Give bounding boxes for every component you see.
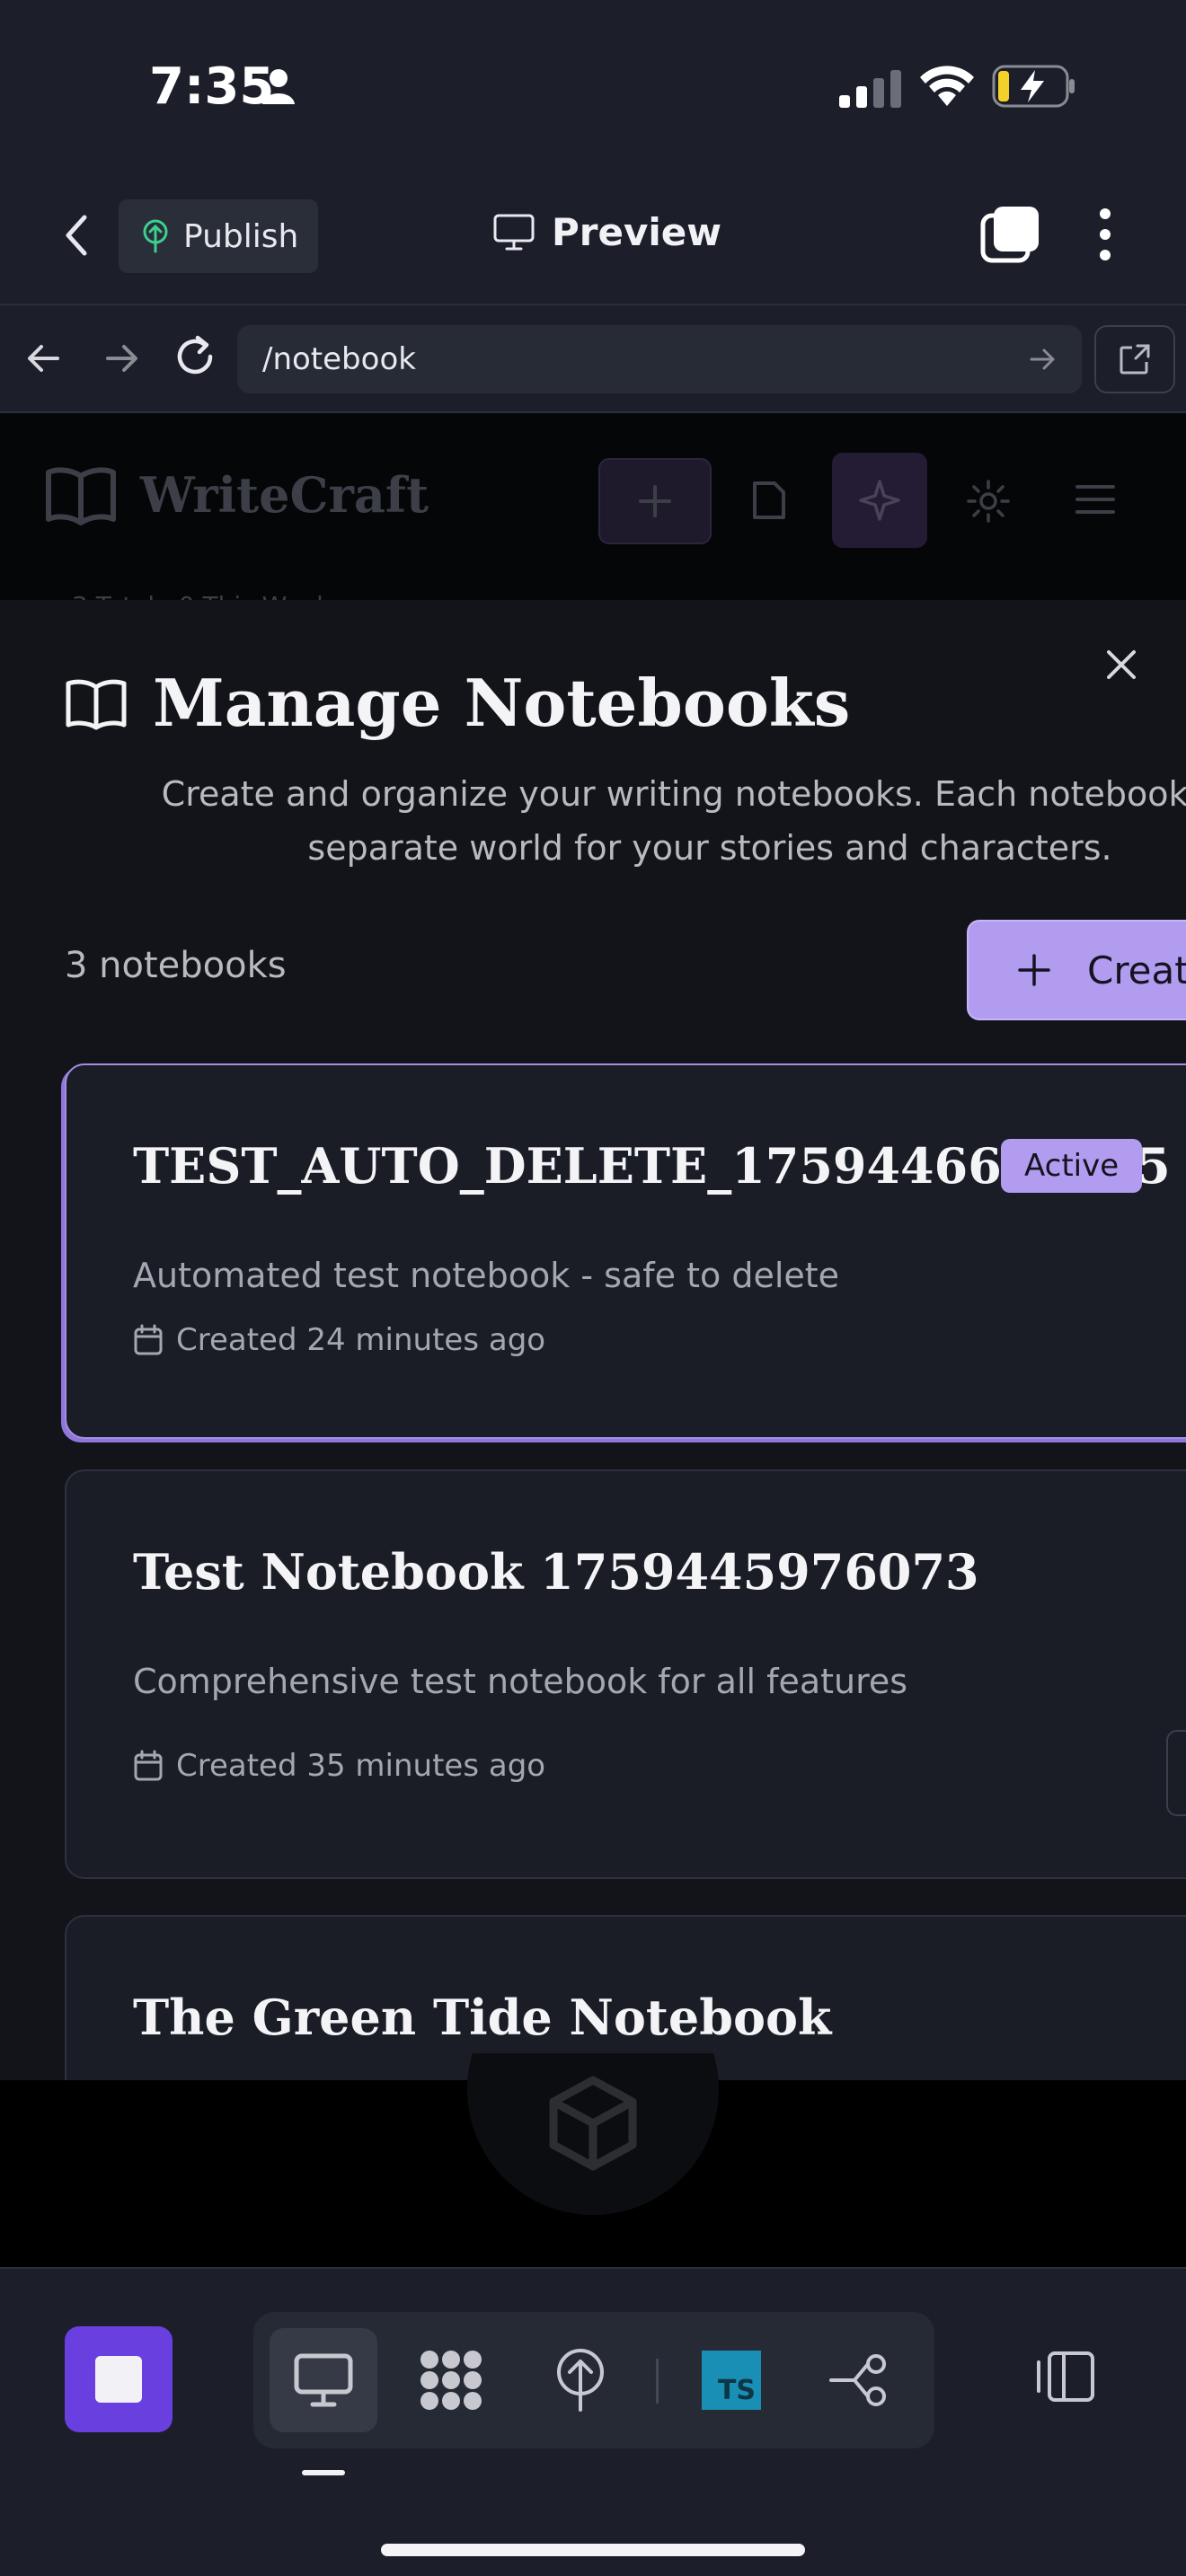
home-indicator[interactable] — [381, 2544, 805, 2556]
ts-icon: TS — [702, 2351, 761, 2410]
sun-icon — [967, 480, 1010, 523]
monitor-icon — [493, 214, 535, 250]
doc-icon — [753, 481, 785, 519]
notebook-created: Created 35 minutes ago — [133, 1748, 545, 1784]
external-link-icon — [1120, 344, 1150, 375]
add-button — [598, 458, 712, 544]
notebook-created: Created 24 minutes ago — [133, 1322, 545, 1358]
arrow-left-icon[interactable] — [22, 336, 66, 381]
stop-icon — [95, 2356, 142, 2403]
divider — [656, 2359, 659, 2404]
preview-label: Preview — [552, 210, 722, 254]
flow-icon — [829, 2354, 886, 2406]
monitor-icon — [294, 2353, 353, 2407]
tool-typescript[interactable]: TS — [677, 2328, 785, 2432]
created-text: Created 35 minutes ago — [176, 1748, 546, 1784]
calendar-icon — [134, 1324, 163, 1355]
more-icon[interactable] — [1087, 203, 1123, 266]
plus-icon — [639, 485, 671, 517]
manage-notebooks-dialog: Manage Notebooks Create and organize you… — [0, 600, 1186, 2080]
book-icon — [66, 679, 127, 729]
dialog-description: Create and organize your writing noteboo… — [161, 774, 1186, 868]
app-navbar-dimmed: WriteCraft 3 Total · 0 This Week — [0, 413, 1186, 621]
stop-button[interactable] — [65, 2326, 173, 2432]
status-bar: 7:35 — [0, 0, 1186, 171]
panel-icon[interactable] — [1031, 2350, 1096, 2404]
menu-icon — [1075, 485, 1115, 514]
top-header: Publish Preview — [0, 171, 1186, 305]
plus-icon — [1018, 954, 1050, 986]
notebook-card[interactable]: Test Notebook 1759445976073 Comprehensiv… — [65, 1469, 1186, 1879]
notebook-card[interactable]: TEST_AUTO_DELETE_1759446647905 Active Au… — [65, 1063, 1186, 1439]
tool-workspace[interactable] — [397, 2328, 505, 2432]
created-text: Created 24 minutes ago — [176, 1322, 546, 1358]
preview-title: Preview — [492, 210, 721, 254]
open-external-button[interactable] — [1094, 325, 1175, 393]
sparkle-icon — [859, 480, 900, 521]
close-icon[interactable] — [1102, 645, 1141, 684]
arrow-right-icon[interactable] — [1028, 345, 1058, 374]
cube-icon — [467, 2053, 719, 2215]
url-field[interactable]: /notebook — [237, 325, 1082, 393]
signal-icon — [839, 70, 901, 108]
tool-git[interactable] — [805, 2328, 913, 2432]
notebook-title: The Green Tide Notebook — [133, 1989, 832, 2046]
ai-button — [832, 453, 927, 548]
bottom-toolbar: TS — [0, 2267, 1186, 2576]
notebook-count: 3 notebooks — [65, 945, 287, 986]
tool-switcher: TS — [253, 2312, 934, 2448]
app-title: WriteCraft — [140, 466, 429, 524]
writecraft-logo: WriteCraft — [45, 463, 429, 526]
dialog-heading: Manage Notebooks — [65, 665, 850, 741]
reload-icon[interactable] — [171, 332, 219, 381]
tool-preview[interactable] — [270, 2328, 377, 2432]
browser-toolbar: /notebook — [0, 305, 1186, 413]
publish-icon — [143, 219, 168, 253]
wifi-icon — [920, 66, 974, 106]
grid-icon — [420, 2351, 482, 2410]
create-notebook-button[interactable]: Create — [967, 920, 1186, 1020]
book-icon — [46, 467, 116, 525]
calendar-icon — [134, 1750, 163, 1781]
url-text: /notebook — [262, 341, 416, 377]
back-icon[interactable] — [54, 208, 99, 262]
deploy-icon — [557, 2349, 604, 2412]
app-content-dimmed — [0, 2053, 1186, 2267]
tabs-icon[interactable] — [979, 203, 1042, 266]
dialog-title: Manage Notebooks — [153, 665, 851, 741]
status-time: 7:35 — [149, 57, 275, 116]
notebook-description: Comprehensive test notebook for all feat… — [133, 1662, 908, 1701]
tool-deploy[interactable] — [527, 2328, 634, 2432]
publish-button[interactable]: Publish — [119, 199, 318, 273]
publish-label: Publish — [183, 217, 299, 255]
active-tab-indicator — [302, 2470, 345, 2475]
notebook-title: Test Notebook 1759445976073 — [133, 1543, 979, 1601]
battery-icon — [992, 65, 1075, 108]
create-label: Create — [1087, 948, 1186, 992]
switch-button[interactable] — [1166, 1730, 1186, 1816]
active-badge: Active — [1001, 1139, 1143, 1193]
person-icon — [262, 69, 295, 104]
arrow-right-icon[interactable] — [99, 336, 144, 381]
notebook-description: Automated test notebook - safe to delete — [133, 1256, 840, 1295]
